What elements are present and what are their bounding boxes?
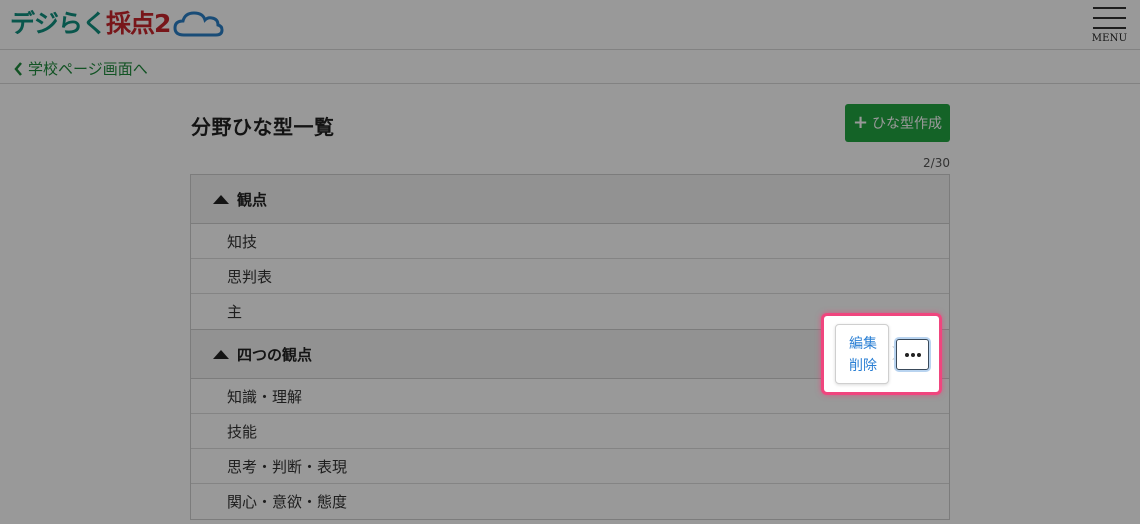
panel-title: 四つの観点 [237, 345, 313, 364]
more-icon-dot [916, 352, 921, 357]
page-title: 分野ひな型一覧 [191, 115, 335, 139]
template-count: 2/30 [923, 156, 950, 170]
more-icon-dot [910, 352, 915, 357]
plus-icon: + [852, 112, 869, 133]
menu-label: MENU [1091, 33, 1128, 44]
breadcrumb-bar: 学校ページ画面へ [0, 50, 1140, 84]
panel-title: 観点 [237, 190, 268, 209]
back-link[interactable]: 学校ページ画面へ [14, 58, 148, 79]
cloud-icon [173, 11, 224, 37]
list-item: 技能 [191, 414, 949, 449]
list-item: 思判表 [191, 259, 949, 294]
menu-line [1093, 27, 1126, 29]
list-item-label: 思判表 [227, 267, 273, 286]
header: デジらく採点2 MENU [0, 0, 1140, 50]
create-template-button[interactable]: + ひな型作成 [845, 104, 950, 142]
list-item-label: 関心・意欲・態度 [227, 493, 348, 511]
delete-menu-item[interactable]: 削除 [836, 355, 890, 375]
back-link-label: 学校ページ画面へ [28, 60, 148, 78]
chevron-left-icon [14, 61, 22, 76]
list-item-label: 思考・判断・表現 [227, 457, 348, 476]
app-logo[interactable]: デジらく採点2 [10, 8, 224, 40]
more-icon-dot [904, 352, 909, 357]
template-panel: 観点 知技 思判表 主 [190, 174, 950, 330]
menu-button[interactable]: MENU [1091, 5, 1128, 45]
list-item: 関心・意欲・態度 [191, 484, 949, 519]
panel-header[interactable]: 観点 [191, 175, 949, 224]
list-item-label: 知技 [227, 232, 258, 251]
list-item-label: 主 [227, 303, 243, 321]
list-item: 思考・判断・表現 [191, 449, 949, 484]
action-popover: 編集 削除 [835, 324, 889, 384]
more-options-button[interactable] [896, 339, 929, 370]
edit-menu-item[interactable]: 編集 [836, 333, 890, 353]
collapse-triangle-icon [213, 349, 229, 359]
logo-text: デジらく採点2 [10, 9, 171, 38]
list-item: 知技 [191, 224, 949, 259]
list-item-label: 知識・理解 [227, 387, 303, 406]
create-template-label: ひな型作成 [872, 116, 943, 132]
list-item-label: 技能 [227, 422, 258, 441]
menu-line [1093, 7, 1126, 9]
collapse-triangle-icon [213, 194, 229, 204]
menu-line [1093, 17, 1126, 19]
